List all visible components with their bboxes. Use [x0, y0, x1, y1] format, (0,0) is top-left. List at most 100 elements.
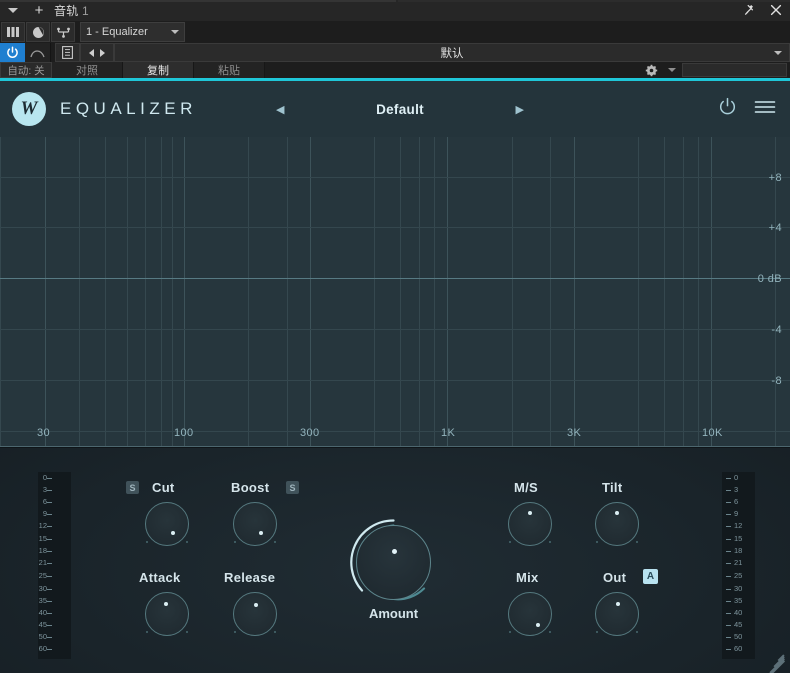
meter-tick: 0 [30, 474, 47, 482]
cut-solo-badge[interactable]: S [126, 481, 139, 494]
plugin-slot-selector[interactable]: 1 - Equalizer [80, 22, 185, 42]
out-auto-badge[interactable]: A [643, 569, 658, 584]
meter-tick: 9 [30, 510, 47, 518]
amount-label: Amount [348, 606, 439, 621]
db-tick-label: -4 [771, 324, 782, 336]
input-meter-scale: 0 3 6 9 12 15 18 21 25 30 35 40 45 50 60 [30, 472, 76, 659]
freq-tick-label: 300 [300, 427, 320, 439]
preset-navigator: ◀ Default ▶ [270, 81, 530, 137]
titlebar-tab-left [0, 0, 396, 2]
meter-tick: 12 [30, 522, 47, 530]
automation-curve-icon[interactable] [25, 43, 51, 62]
db-tick-label: +8 [769, 172, 782, 184]
chevron-down-icon [774, 51, 782, 55]
boost-solo-badge[interactable]: S [286, 481, 299, 494]
meter-tick: 6 [731, 498, 751, 506]
attack-label: Attack [139, 570, 181, 585]
out-label: Out [603, 570, 626, 585]
preset-prev-arrow[interactable]: ◀ [270, 99, 290, 120]
meter-tick: 40 [731, 609, 751, 617]
ms-knob[interactable] [508, 502, 552, 546]
meter-tick: 21 [731, 559, 751, 567]
freq-tick-label: 1K [441, 427, 455, 439]
plugin-toolbar-row-3: 自动: 关 对照 复制 粘贴 [0, 62, 790, 78]
freq-tick-label: 100 [174, 427, 194, 439]
caret-down-icon[interactable] [0, 0, 26, 21]
toolbar-text-field[interactable] [682, 63, 787, 77]
meter-tick: 3 [30, 486, 47, 494]
plugin-power-button[interactable] [0, 43, 25, 62]
resize-grip[interactable] [760, 643, 790, 673]
chevron-down-icon [171, 30, 179, 34]
release-knob[interactable] [233, 592, 277, 636]
cut-knob[interactable] [145, 502, 189, 546]
output-meter-scale: 0 3 6 9 12 15 18 21 25 30 35 40 45 50 60 [726, 472, 772, 659]
meter-tick: 6 [30, 498, 47, 506]
mix-label: Mix [516, 570, 539, 585]
plugin-toolbar-row-1: 1 - Equalizer [0, 21, 790, 43]
meter-tick: 15 [731, 535, 751, 543]
release-label: Release [224, 570, 275, 585]
plus-icon[interactable]: + [26, 0, 52, 21]
plugin-title: EQUALIZER [60, 99, 197, 119]
meter-tick: 15 [30, 535, 47, 543]
track-number: 1 [82, 4, 89, 18]
host-title-bar: + 音轨 1 [0, 0, 790, 22]
meter-tick: 50 [731, 633, 751, 641]
next-preset-icon[interactable] [100, 49, 105, 57]
freq-tick-label: 30 [37, 427, 50, 439]
boost-knob[interactable] [233, 502, 277, 546]
track-name: 音轨 1 [52, 2, 89, 19]
previous-preset-icon[interactable] [89, 49, 94, 57]
chevron-down-icon[interactable] [662, 68, 682, 72]
attack-knob[interactable] [145, 592, 189, 636]
mixer-columns-icon[interactable] [1, 22, 25, 42]
titlebar-tab-right [398, 0, 790, 2]
plugin-window: + 音轨 1 [0, 0, 790, 673]
preset-prev-next[interactable] [80, 43, 114, 62]
close-icon[interactable] [770, 4, 782, 18]
copy-button[interactable]: 复制 [123, 62, 194, 78]
paste-button[interactable]: 粘贴 [194, 62, 265, 78]
meter-tick: 45 [30, 621, 47, 629]
meter-tick: 12 [731, 522, 751, 530]
bypass-power-icon[interactable] [718, 97, 737, 121]
preset-current-name[interactable]: Default [376, 102, 424, 117]
db-tick-label-zero: 0 dB [758, 273, 782, 285]
out-knob[interactable] [595, 592, 639, 636]
preset-selector[interactable]: 默认 [114, 43, 790, 62]
cut-label: Cut [152, 480, 175, 495]
automation-mode-button[interactable]: 自动: 关 [0, 62, 52, 78]
mix-knob[interactable] [508, 592, 552, 636]
meter-tick: 18 [731, 547, 751, 555]
meter-tick: 40 [30, 609, 47, 617]
preset-next-arrow[interactable]: ▶ [510, 99, 530, 120]
meter-tick: 60 [30, 645, 47, 653]
meter-tick: 30 [731, 585, 751, 593]
meter-tick: 35 [30, 597, 47, 605]
eq-frequency-graph[interactable]: +8 +4 0 dB -4 -8 [0, 137, 790, 447]
boost-label: Boost [231, 480, 269, 495]
preset-list-icon[interactable] [55, 43, 80, 62]
meter-tick: 0 [731, 474, 751, 482]
hamburger-menu-icon[interactable] [754, 99, 776, 120]
track-label: 音轨 [54, 4, 78, 18]
meter-tick: 50 [30, 633, 47, 641]
pin-icon[interactable] [744, 4, 756, 18]
routing-tree-icon[interactable] [51, 22, 75, 42]
freq-tick-label: 10K [702, 427, 723, 439]
amount-knob[interactable] [348, 517, 439, 608]
meter-tick: 45 [731, 621, 751, 629]
meter-tick: 30 [30, 585, 47, 593]
brand-logo-icon: W [12, 92, 46, 126]
meter-tick: 18 [30, 547, 47, 555]
meter-tick: 21 [30, 559, 47, 567]
ms-label: M/S [514, 480, 538, 495]
plugin-toolbar-row-2: 默认 [0, 43, 790, 62]
gear-icon[interactable] [640, 64, 662, 77]
tilt-label: Tilt [602, 480, 622, 495]
compare-button[interactable]: 对照 [52, 62, 123, 78]
pan-circle-icon[interactable] [26, 22, 50, 42]
tilt-knob[interactable] [595, 502, 639, 546]
meter-tick: 60 [731, 645, 751, 653]
